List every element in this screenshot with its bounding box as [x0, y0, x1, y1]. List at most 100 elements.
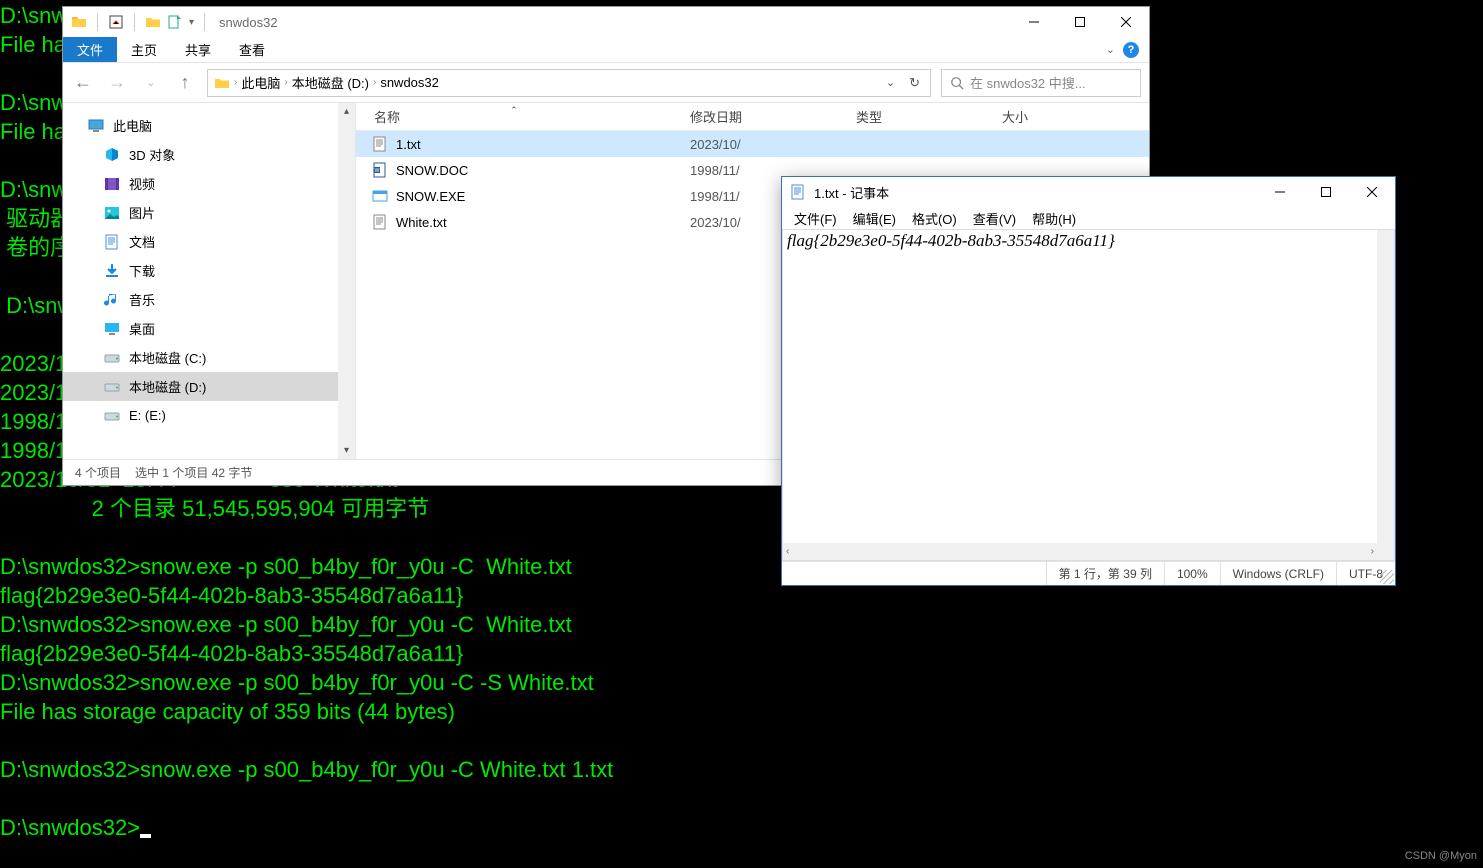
- notepad-status-bar: 第 1 行，第 39 列 100% Windows (CRLF) UTF-8: [782, 561, 1395, 585]
- drive-icon: [103, 407, 121, 425]
- menu-view[interactable]: 查看(V): [967, 209, 1022, 228]
- status-item-count: 4 个项目: [75, 464, 121, 481]
- music-icon: [103, 291, 121, 309]
- menu-file[interactable]: 文件(F): [788, 209, 843, 228]
- maximize-button[interactable]: [1057, 7, 1103, 37]
- refresh-icon[interactable]: ↻: [909, 75, 920, 91]
- tree-item[interactable]: 视频: [63, 169, 355, 198]
- file-name: 1.txt: [396, 137, 421, 152]
- exe-file-icon: [372, 188, 388, 204]
- tab-home[interactable]: 主页: [117, 37, 171, 62]
- new-folder-icon[interactable]: [145, 14, 161, 30]
- status-zoom: 100%: [1164, 562, 1220, 585]
- pc-icon: [87, 117, 105, 135]
- file-date: 2023/10/: [672, 137, 838, 152]
- drive-icon: [103, 349, 121, 367]
- watermark: CSDN @Myon⁣: [1405, 850, 1477, 862]
- status-position: 第 1 行，第 39 列: [1046, 562, 1164, 585]
- tree-item[interactable]: 本地磁盘 (C:): [63, 343, 355, 372]
- help-icon[interactable]: ?: [1123, 42, 1139, 58]
- 3d-icon: [103, 146, 121, 164]
- resize-grip-icon[interactable]: [1380, 570, 1394, 584]
- tree-item[interactable]: 桌面: [63, 314, 355, 343]
- pictures-icon: [103, 204, 121, 222]
- scroll-down-icon[interactable]: ▾: [338, 442, 355, 459]
- search-icon: [950, 76, 964, 90]
- chevron-right-icon[interactable]: ›: [373, 77, 376, 88]
- menu-help[interactable]: 帮助(H): [1026, 209, 1082, 228]
- tab-share[interactable]: 共享: [171, 37, 225, 62]
- ribbon-collapse-icon[interactable]: ⌄: [1106, 43, 1115, 56]
- address-bar[interactable]: › 此电脑 › 本地磁盘 (D:) › snwdos32 ⌄ ↻: [207, 69, 931, 97]
- tree-item[interactable]: 下载: [63, 256, 355, 285]
- txt-file-icon: [372, 214, 388, 230]
- minimize-button[interactable]: [1257, 177, 1303, 207]
- explorer-titlebar[interactable]: ▾ snwdos32: [63, 7, 1149, 37]
- breadcrumb-item[interactable]: snwdos32: [380, 75, 439, 90]
- menu-format[interactable]: 格式(O): [906, 209, 963, 228]
- folder-icon: [214, 75, 230, 91]
- notepad-textarea[interactable]: flag{2b29e3e0-5f44-402b-8ab3-35548d7a6a1…: [782, 229, 1395, 561]
- tree-item[interactable]: 文档: [63, 227, 355, 256]
- tree-item-label: 下载: [129, 261, 155, 280]
- qat-dropdown-icon[interactable]: ▾: [189, 17, 194, 28]
- navigation-pane[interactable]: 此电脑 3D 对象视频图片文档下载音乐桌面本地磁盘 (C:)本地磁盘 (D:) E:…: [63, 103, 356, 459]
- notepad-icon: [790, 184, 806, 200]
- tree-item-label: 3D 对象: [129, 145, 175, 164]
- horizontal-scrollbar[interactable]: ‹›: [783, 543, 1377, 560]
- address-dropdown-icon[interactable]: ⌄: [886, 76, 895, 89]
- window-title: snwdos32: [211, 15, 278, 30]
- column-name[interactable]: 名称 ⌃: [356, 107, 672, 126]
- close-button[interactable]: [1349, 177, 1395, 207]
- tree-item[interactable]: 音乐: [63, 285, 355, 314]
- notepad-title: 1.txt - 记事本: [814, 183, 889, 202]
- chevron-right-icon[interactable]: ›: [284, 77, 287, 88]
- maximize-button[interactable]: [1303, 177, 1349, 207]
- tree-item-label: 视频: [129, 174, 155, 193]
- column-type[interactable]: 类型: [838, 107, 984, 126]
- status-selection: 选中 1 个项目 42 字节: [135, 464, 252, 481]
- minimize-button[interactable]: [1011, 7, 1057, 37]
- tree-item[interactable]: 此电脑: [63, 111, 355, 140]
- file-name: SNOW.EXE: [396, 189, 465, 204]
- notepad-titlebar[interactable]: 1.txt - 记事本: [782, 177, 1395, 207]
- nav-recent-dropdown[interactable]: ⌄: [139, 76, 163, 89]
- nav-forward-button[interactable]: →: [105, 72, 129, 93]
- notepad-content[interactable]: flag{2b29e3e0-5f44-402b-8ab3-35548d7a6a1…: [783, 230, 1394, 252]
- tree-item[interactable]: 本地磁盘 (D:): [63, 372, 355, 401]
- nav-up-button[interactable]: ↑: [173, 72, 197, 93]
- file-row[interactable]: 1.txt 2023/10/: [356, 131, 1149, 157]
- tab-file[interactable]: 文件: [63, 37, 117, 62]
- scroll-up-icon[interactable]: ▴: [338, 103, 355, 120]
- tree-item[interactable]: 图片: [63, 198, 355, 227]
- breadcrumb-item[interactable]: 此电脑: [241, 73, 280, 92]
- tree-item-label: 文档: [129, 232, 155, 251]
- search-placeholder: 在 snwdos32 中搜...: [970, 73, 1086, 92]
- desktop-icon: [103, 320, 121, 338]
- file-name: White.txt: [396, 215, 447, 230]
- notepad-window[interactable]: 1.txt - 记事本 文件(F) 编辑(E) 格式(O) 查看(V) 帮助(H…: [781, 176, 1396, 586]
- breadcrumb-item[interactable]: 本地磁盘 (D:): [292, 73, 369, 92]
- nav-back-button[interactable]: ←: [71, 72, 95, 93]
- tree-item-label: E: (E:): [129, 408, 166, 423]
- tab-view[interactable]: 查看: [225, 37, 279, 62]
- column-date[interactable]: 修改日期: [672, 107, 838, 126]
- column-headers[interactable]: 名称 ⌃ 修改日期 类型 大小: [356, 103, 1149, 131]
- menu-edit[interactable]: 编辑(E): [847, 209, 902, 228]
- video-icon: [103, 175, 121, 193]
- tree-item[interactable]: 3D 对象: [63, 140, 355, 169]
- chevron-right-icon[interactable]: ›: [234, 77, 237, 88]
- tree-item-label: 音乐: [129, 290, 155, 309]
- properties-icon[interactable]: [108, 14, 124, 30]
- doc-file-icon: W: [372, 162, 388, 178]
- paste-icon[interactable]: [167, 14, 183, 30]
- tree-scrollbar[interactable]: ▴ ▾: [338, 103, 355, 459]
- column-size[interactable]: 大小: [984, 107, 1104, 126]
- search-box[interactable]: 在 snwdos32 中搜...: [941, 69, 1141, 97]
- tree-item[interactable]: E: (E:): [63, 401, 355, 430]
- sort-indicator-icon: ⌃: [510, 105, 518, 116]
- tree-item-label: 此电脑: [113, 116, 152, 135]
- vertical-scrollbar[interactable]: [1377, 230, 1394, 560]
- close-button[interactable]: [1103, 7, 1149, 37]
- svg-text:W: W: [375, 168, 380, 174]
